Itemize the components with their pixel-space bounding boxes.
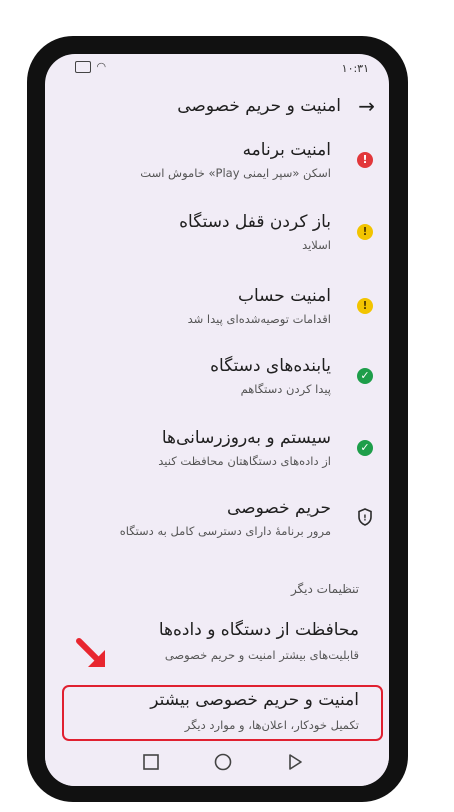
- status-icons: ◜◝: [75, 60, 106, 73]
- back-triangle-icon[interactable]: [285, 752, 305, 772]
- item-subtitle: اسلاید: [302, 238, 331, 252]
- wifi-icon: ◜◝: [97, 60, 106, 73]
- recents-square-icon[interactable]: [141, 752, 161, 772]
- status-time: ۱۰:۳۱: [341, 62, 369, 75]
- list-item-app-security[interactable]: ! امنیت برنامه اسکن «سپر ایمنی Play» خام…: [45, 140, 389, 204]
- list-item-privacy[interactable]: ! حریم خصوصی مرور برنامهٔ دارای دسترسی ک…: [45, 498, 389, 562]
- back-arrow-icon[interactable]: →: [358, 94, 375, 118]
- item-subtitle: پیدا کردن دستگاهم: [240, 382, 331, 396]
- screen: ۱۰:۳۱ ◜◝ → امنیت و حریم خصوصی ! امنیت بر…: [45, 54, 389, 786]
- header: → امنیت و حریم خصوصی: [45, 90, 389, 126]
- item-subtitle: قابلیت‌های بیشتر امنیت و حریم خصوصی: [164, 648, 359, 662]
- navigation-bar: [45, 742, 389, 786]
- item-subtitle: مرور برنامهٔ دارای دسترسی کامل به دستگاه: [119, 524, 331, 538]
- svg-text:!: !: [363, 514, 367, 523]
- exclamation-red-icon: !: [357, 152, 373, 168]
- list-item-device-finders[interactable]: ✓ یابنده‌های دستگاه پیدا کردن دستگاهم: [45, 356, 389, 420]
- list-item-account-security[interactable]: ! امنیت حساب اقدامات توصیه‌شده‌ای پیدا ش…: [45, 286, 389, 350]
- shield-icon: !: [357, 508, 373, 526]
- status-bar: ۱۰:۳۱ ◜◝: [45, 54, 389, 80]
- highlight-box: [62, 685, 383, 741]
- check-green-icon: ✓: [357, 440, 373, 456]
- home-circle-icon[interactable]: [213, 752, 233, 772]
- exclamation-yellow-icon: !: [357, 224, 373, 240]
- item-title: باز کردن قفل دستگاه: [179, 212, 331, 232]
- exclamation-yellow-icon: !: [357, 298, 373, 314]
- list-item-device-unlock[interactable]: ! باز کردن قفل دستگاه اسلاید: [45, 212, 389, 276]
- item-title: محافظت از دستگاه و داده‌ها: [158, 620, 359, 640]
- item-title: سیستم و به‌روزرسانی‌ها: [161, 428, 331, 448]
- item-subtitle: اسکن «سپر ایمنی Play» خاموش است: [140, 166, 331, 180]
- page-title: امنیت و حریم خصوصی: [177, 96, 341, 116]
- item-title: امنیت برنامه: [242, 140, 331, 160]
- item-subtitle: اقدامات توصیه‌شده‌ای پیدا شد: [187, 312, 331, 326]
- check-green-icon: ✓: [357, 368, 373, 384]
- red-arrow-icon: [76, 638, 105, 667]
- item-title: حریم خصوصی: [227, 498, 331, 518]
- section-label-other-settings: تنظیمات دیگر: [290, 582, 359, 596]
- item-title: یابنده‌های دستگاه: [210, 356, 331, 376]
- item-title: امنیت حساب: [237, 286, 331, 306]
- list-item-system-updates[interactable]: ✓ سیستم و به‌روزرسانی‌ها از داده‌های دست…: [45, 428, 389, 492]
- battery-icon: [75, 60, 91, 73]
- item-subtitle: از داده‌های دستگاهتان محافظت کنید: [158, 454, 331, 468]
